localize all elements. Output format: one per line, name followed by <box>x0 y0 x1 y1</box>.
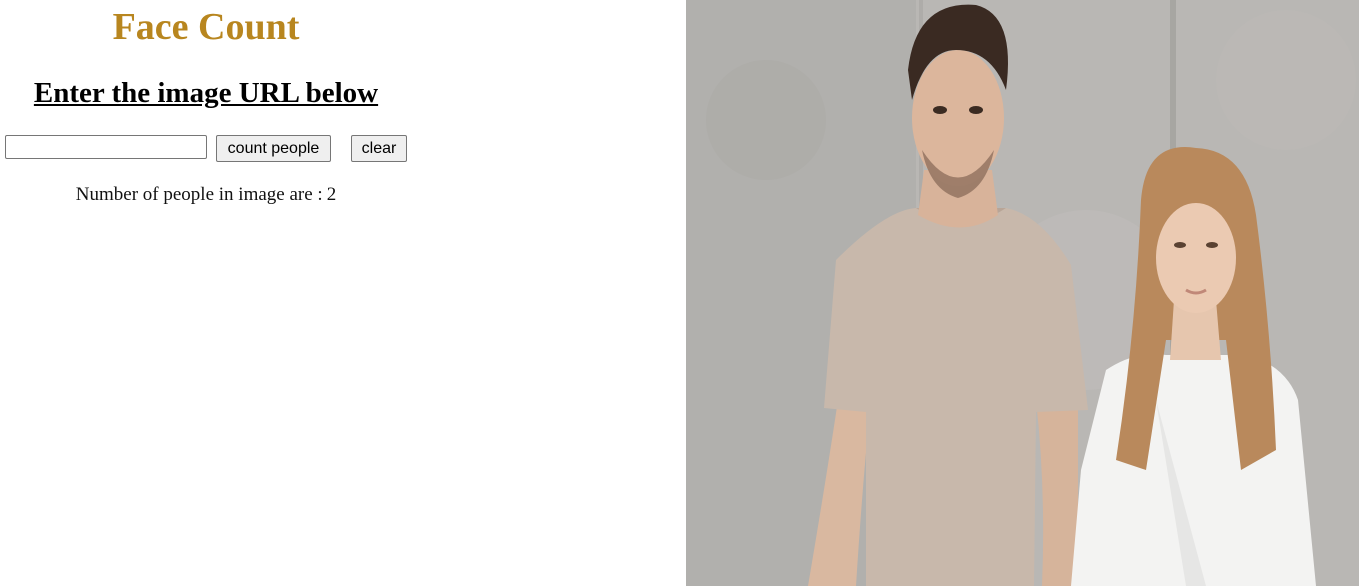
left-panel: Face Count Enter the image URL below cou… <box>0 0 686 586</box>
page: Face Count Enter the image URL below cou… <box>0 0 1359 586</box>
people-count-value: 2 <box>326 184 337 205</box>
count-people-button[interactable]: count people <box>216 135 331 162</box>
photo-illustration <box>686 0 1359 586</box>
image-url-input[interactable] <box>5 135 207 159</box>
page-title: Face Count <box>112 6 300 48</box>
result-photo <box>686 0 1359 586</box>
result-label: Number of people in image are : <box>75 184 323 205</box>
clear-button[interactable]: clear <box>351 135 407 162</box>
result-text: Number of people in image are :2 <box>0 183 412 207</box>
url-instruction-heading: Enter the image URL below <box>33 77 379 109</box>
